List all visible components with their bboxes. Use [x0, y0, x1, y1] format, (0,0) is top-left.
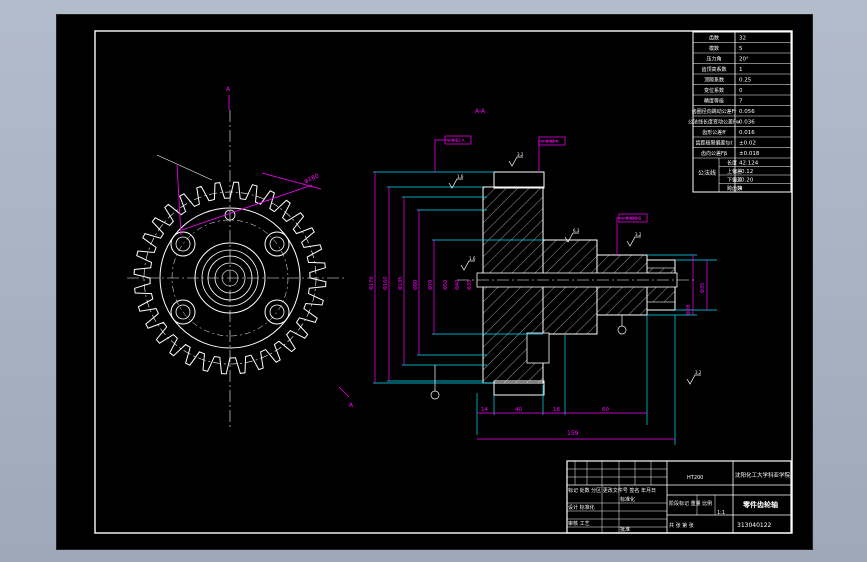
tb-school: 沈阳化工大学科亚学院 — [735, 471, 791, 479]
param-group-item-value: 42.124 — [739, 161, 759, 167]
length-dim-label: 40 — [515, 407, 522, 413]
param-value: ±0.018 — [739, 151, 760, 157]
param-value: 1 — [739, 67, 743, 73]
tb-part-name: 零件齿轮轴 — [742, 500, 778, 509]
svg-text:⊥ 0.025 B: ⊥ 0.025 B — [621, 216, 641, 221]
param-value: 0 — [739, 88, 743, 94]
tb-scale: 1:1 — [717, 510, 725, 516]
param-value: 0.016 — [739, 130, 755, 136]
radial-dim-label: Φ40 — [455, 280, 461, 290]
param-value: 0.056 — [739, 109, 755, 115]
roughness-symbol — [626, 236, 641, 247]
title-block: 标记 处数 分区 更改文件号 签名 年月日 设计 标准化 审核 工艺 批准 标准… — [566, 460, 792, 534]
param-label: 齿形公差ff — [702, 129, 726, 136]
shaft-dim-1: Φ35 — [700, 283, 706, 293]
radial-dim-label: Φ70 — [428, 280, 434, 290]
length-dim-label: 60 — [602, 407, 609, 413]
drawing-sheet[interactable]: 齿数 32 模数 5 压力角 20° 齿顶高系数 1 顶隙系数 0.25 变位系数 0 精度等级 7 齿圈径… — [56, 14, 813, 550]
tb-stage: 阶段标记 重量 比例 — [669, 500, 712, 507]
tb-std: 标准化 — [620, 496, 635, 503]
roughness-symbol — [686, 374, 701, 385]
radial-dim-label: Φ160 — [383, 277, 389, 290]
roughness-value: 1.6 — [457, 174, 464, 179]
tolerance-frame-2: ↗ 0.03 A — [538, 136, 566, 146]
param-value: 5 — [739, 46, 743, 52]
param-label: 齿距极限偏差fpt — [696, 140, 733, 147]
param-group-item-label: 长度 — [727, 160, 737, 167]
param-label: 齿数 — [709, 35, 719, 42]
param-label: 齿向公差Fβ — [701, 150, 727, 157]
length-dim-label: 18 — [553, 407, 560, 413]
radial-dim-label: Φ50 — [443, 280, 449, 290]
svg-text:⊥ 0.02 A: ⊥ 0.02 A — [447, 138, 465, 143]
param-value: ±0.02 — [739, 141, 756, 147]
param-group-item-value: -0.20 — [739, 178, 754, 184]
param-group-item-value: -0.12 — [739, 169, 753, 175]
radial-dim-label: Φ35 — [467, 280, 473, 290]
shaft-dim-2: Φ28 — [686, 305, 692, 315]
roughness-value: 3.2 — [635, 232, 642, 237]
tb-material: HT200 — [687, 475, 703, 481]
param-label: 顶隙系数 — [704, 77, 724, 84]
length-dim-label: 14 — [481, 407, 488, 413]
radial-dim-label: Φ135 — [398, 277, 404, 290]
param-label: 公法线长度变动公差Fw — [688, 119, 740, 126]
param-label: 压力角 — [706, 56, 721, 63]
param-value: 20° — [739, 57, 749, 63]
param-value: 0.036 — [739, 120, 755, 126]
svg-text:↗ 0.03 A: ↗ 0.03 A — [541, 139, 559, 144]
cad-viewport[interactable]: 齿数 32 模数 5 压力角 20° 齿顶高系数 1 顶隙系数 0.25 变位系数 0 精度等级 7 齿圈径… — [0, 0, 867, 562]
total-length-label: 159 — [567, 430, 579, 437]
tb-sheet: 共 张 第 张 — [669, 522, 694, 529]
radial-dim-label: Φ80 — [413, 280, 419, 290]
gear-section-view: A-A Φ170 Φ160 Φ135 Φ80 Φ70 Φ50 Φ40 Φ35 1… — [369, 108, 717, 445]
param-label: 模数 — [709, 45, 719, 52]
param-value: 32 — [739, 36, 746, 42]
roughness-value: 3.2 — [695, 370, 702, 375]
roughness-symbol — [460, 260, 475, 271]
param-group-label: 公法线 — [698, 169, 716, 177]
param-label: 精度等级 — [704, 98, 724, 105]
param-label: 齿圈径向跳动公差Fr — [692, 108, 738, 115]
tolerance-frame-3: ⊥ 0.025 B — [618, 213, 648, 223]
section-mark-bottom: A — [349, 402, 354, 409]
pitch-dimension-label: φ160 — [303, 173, 320, 185]
tb-designer: 设计 标准化 — [568, 504, 595, 511]
radial-dim-label: Φ170 — [369, 277, 375, 290]
tb-drawing-no: 313040122 — [737, 522, 772, 529]
tb-approve: 批准 — [620, 526, 630, 533]
roughness-symbol — [508, 156, 523, 167]
param-value: 0.25 — [739, 78, 752, 84]
tb-checker: 审核 工艺 — [568, 520, 590, 527]
param-value: 7 — [739, 99, 743, 105]
gear-parameter-table: 齿数 32 模数 5 压力角 20° 齿顶高系数 1 顶隙系数 0.25 变位系数 0 精度等级 7齿圈径… — [688, 31, 792, 193]
param-label: 齿顶高系数 — [701, 66, 726, 73]
tolerance-frame-1: ⊥ 0.02 A — [444, 135, 472, 145]
section-view-title: A-A — [475, 108, 486, 115]
roughness-value: 6.3 — [573, 228, 580, 233]
param-label: 变位系数 — [704, 87, 724, 94]
section-mark-top: A — [226, 86, 231, 93]
drawing-canvas[interactable]: 齿数 32 模数 5 压力角 20° 齿顶高系数 1 顶隙系数 0.25 变位系数 0 精度等级 7齿圈径… — [57, 15, 812, 549]
roughness-value: 3.2 — [517, 152, 524, 157]
gear-front-view: φ160 A A — [127, 86, 354, 430]
tb-row-header: 标记 处数 分区 更改文件号 签名 年月日 — [568, 487, 656, 494]
param-group-item-value: 4 — [739, 186, 743, 192]
roughness-value: 1.6 — [469, 256, 476, 261]
